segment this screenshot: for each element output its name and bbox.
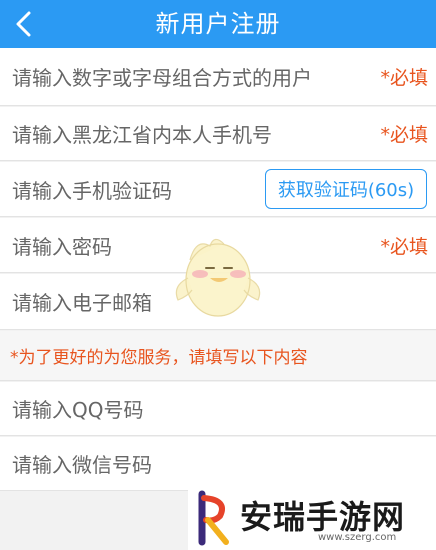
phone-placeholder: 请输入黑龙江省内本人手机号 bbox=[12, 123, 272, 147]
chick-mascot-icon bbox=[175, 238, 261, 317]
page-title: 新用户注册 bbox=[155, 10, 281, 38]
verification-code-field[interactable]: 请输入手机验证码 获取验证码(60s) bbox=[0, 162, 436, 217]
app-header: 新用户注册 bbox=[0, 0, 436, 48]
phone-field[interactable]: 请输入黑龙江省内本人手机号 *必填 bbox=[0, 107, 436, 161]
get-code-button[interactable]: 获取验证码(60s) bbox=[265, 169, 427, 209]
watermark-url: www.szerg.com bbox=[318, 532, 397, 543]
email-placeholder: 请输入电子邮箱 bbox=[12, 291, 152, 315]
optional-info-notice: *为了更好的为您服务，请填写以下内容 bbox=[0, 331, 436, 381]
watermark: 安瑞手游网 www.szerg.com bbox=[188, 488, 436, 550]
qq-placeholder: 请输入QQ号码 bbox=[12, 398, 144, 422]
qq-field[interactable]: 请输入QQ号码 bbox=[0, 382, 436, 436]
username-placeholder: 请输入数字或字母组合方式的用户 bbox=[12, 66, 312, 90]
password-placeholder: 请输入密码 bbox=[12, 234, 112, 259]
brand-logo-icon bbox=[198, 490, 229, 546]
username-field[interactable]: 请输入数字或字母组合方式的用户 *必填 bbox=[0, 48, 436, 106]
required-marker: *必填 bbox=[380, 124, 428, 146]
required-marker: *必填 bbox=[380, 67, 428, 89]
wechat-field[interactable]: 请输入微信号码 bbox=[0, 437, 436, 491]
wechat-placeholder: 请输入微信号码 bbox=[12, 453, 152, 477]
code-placeholder: 请输入手机验证码 bbox=[12, 178, 172, 203]
required-marker: *必填 bbox=[380, 235, 428, 258]
